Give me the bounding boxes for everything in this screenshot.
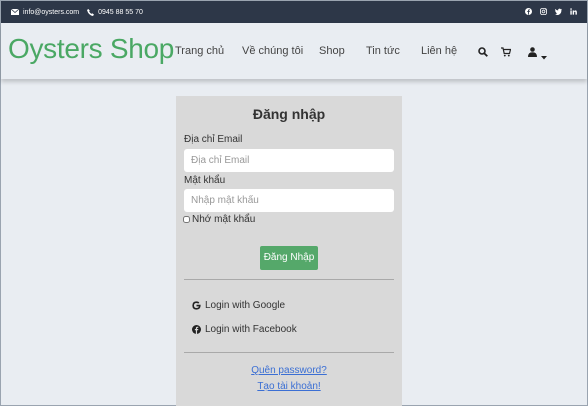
top-bar: info@oysters.com 0945 88 55 70 [1, 1, 587, 23]
user-icon[interactable] [528, 44, 537, 62]
password-label: Mật khẩu [184, 175, 226, 186]
nav-news[interactable]: Tin tức [366, 45, 400, 57]
contact-phone-text: 0945 88 55 70 [98, 8, 143, 16]
contact-phone[interactable]: 0945 88 55 70 [87, 8, 143, 16]
login-card: Đăng nhập Địa chỉ Email Mật khẩu Nhớ mật… [176, 96, 402, 406]
google-login-button[interactable]: Login with Google [192, 300, 285, 311]
nav-shop[interactable]: Shop [319, 45, 345, 57]
twitter-icon[interactable] [555, 8, 562, 17]
linkedin-icon[interactable] [570, 7, 577, 17]
remember-me[interactable]: Nhớ mật khẩu [183, 214, 255, 225]
search-icon[interactable] [478, 44, 488, 62]
divider-bottom [184, 352, 394, 353]
nav-about[interactable]: Về chúng tôi [242, 45, 303, 57]
login-button[interactable]: Đăng Nhập [260, 246, 318, 270]
contact-email-text: info@oysters.com [23, 8, 80, 16]
password-field[interactable] [184, 189, 394, 212]
email-field[interactable] [184, 149, 394, 172]
facebook-icon[interactable] [525, 7, 532, 17]
google-icon [192, 301, 201, 310]
login-title: Đăng nhập [252, 106, 326, 122]
contact-email[interactable]: info@oysters.com [11, 9, 79, 16]
phone-icon [87, 8, 95, 16]
divider-top [184, 279, 394, 280]
site-header: Oysters Shop Trang chủ Về chúng tôi Shop… [1, 23, 587, 79]
caret-down-icon[interactable] [541, 47, 547, 65]
facebook-login-label: Login with Facebook [205, 324, 297, 335]
site-logo[interactable]: Oysters Shop [8, 33, 174, 65]
nav-home[interactable]: Trang chủ [175, 45, 224, 57]
nav-contact[interactable]: Liên hệ [421, 45, 457, 57]
facebook-icon [192, 325, 201, 334]
google-login-label: Login with Google [205, 300, 286, 311]
forgot-password-link[interactable]: Quên password? [176, 365, 402, 376]
remember-checkbox[interactable] [183, 216, 190, 223]
cart-icon[interactable] [501, 44, 512, 62]
facebook-login-button[interactable]: Login with Facebook [192, 324, 297, 335]
social-links [525, 7, 577, 17]
envelope-icon [11, 9, 19, 15]
email-label: Địa chỉ Email [184, 134, 243, 145]
instagram-icon[interactable] [540, 7, 547, 17]
remember-label: Nhớ mật khẩu [192, 214, 256, 225]
register-link[interactable]: Tạo tài khoản! [176, 381, 402, 392]
